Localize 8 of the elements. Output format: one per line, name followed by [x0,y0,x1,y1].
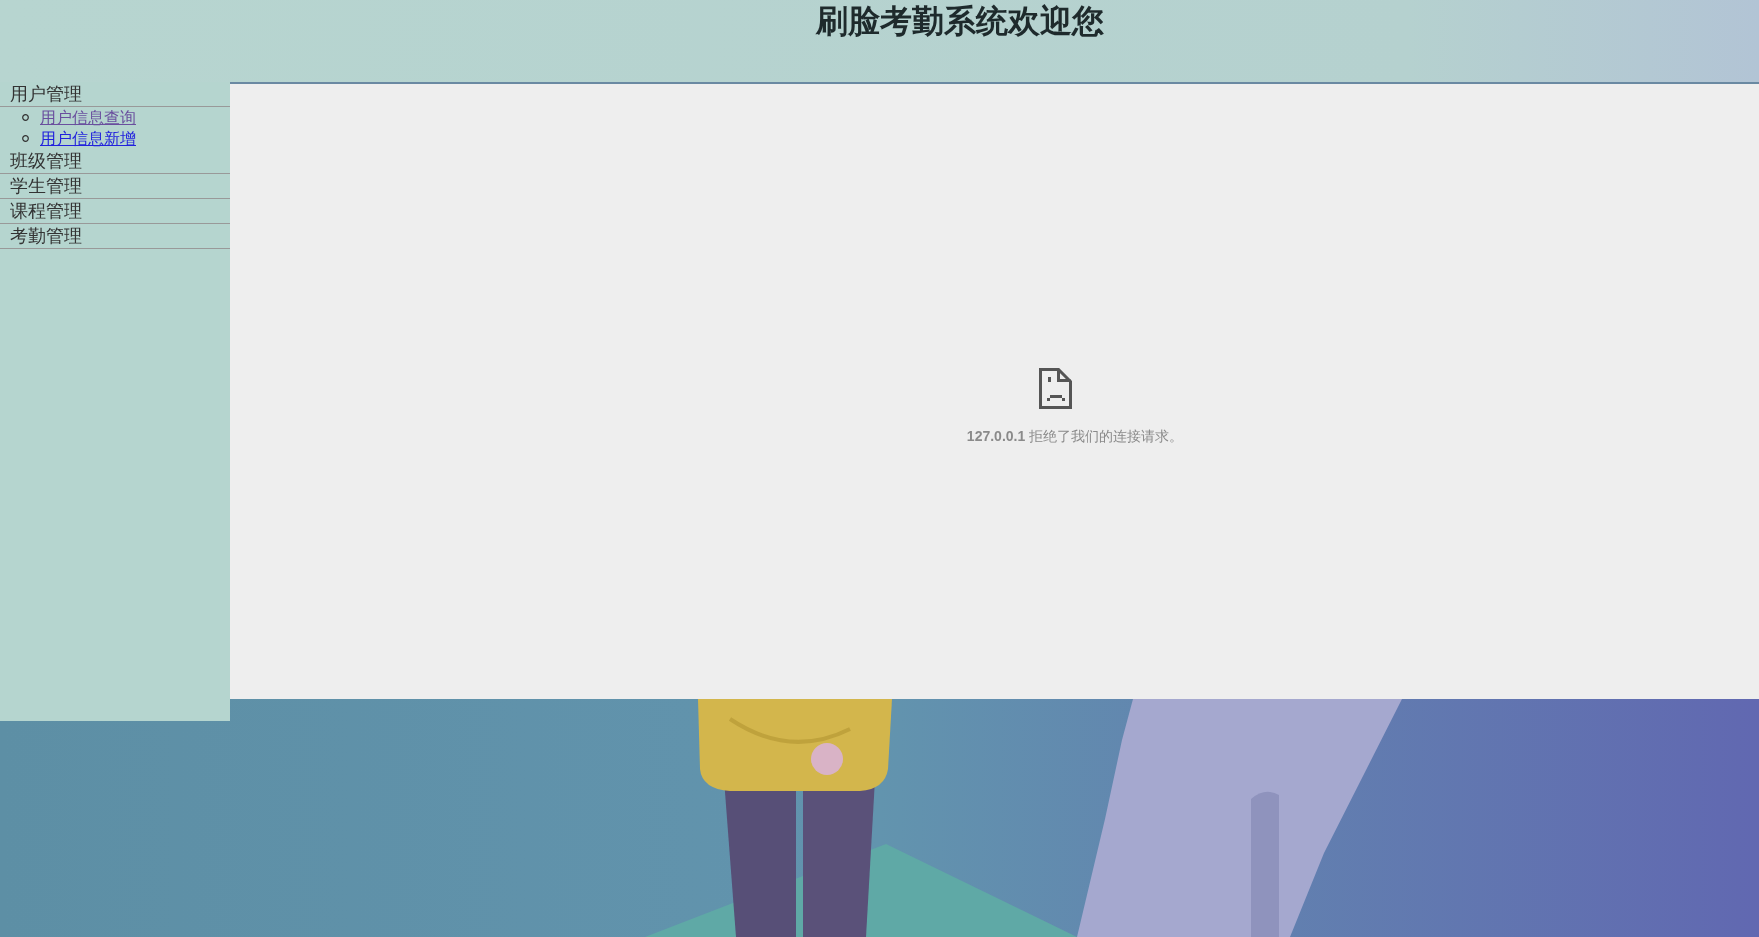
sidebar-group-heading[interactable]: 用户管理 [0,82,230,107]
page-title: 刷脸考勤系统欢迎您 [815,3,1104,40]
bullet-icon [22,135,29,142]
sad-document-icon [1038,368,1072,409]
sidebar-link[interactable]: 用户信息新增 [40,128,136,149]
bullet-icon [22,114,29,121]
error-message: 127.0.0.1 拒绝了我们的连接请求。 [966,427,1184,446]
sidebar-link[interactable]: 用户信息查询 [40,107,136,128]
